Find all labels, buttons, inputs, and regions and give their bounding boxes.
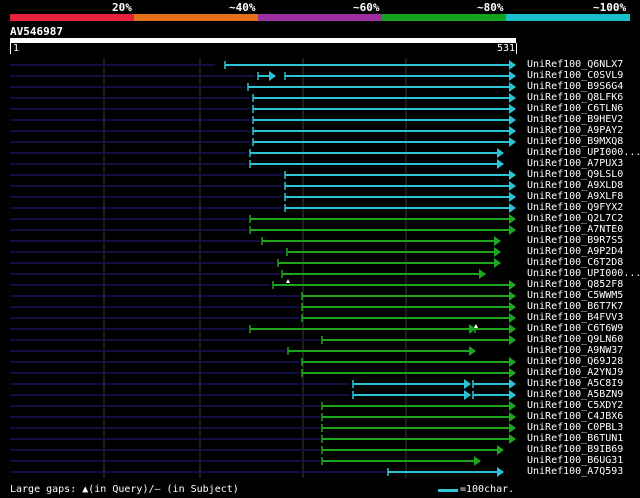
hit-end-arrow: [509, 203, 516, 213]
hit-end-arrow: [464, 390, 471, 400]
hit-label[interactable]: UniRef100_UPI000...: [527, 147, 640, 158]
hit-end-arrow: [509, 82, 516, 92]
hit-end-arrow: [509, 192, 516, 202]
query-gap-marker: [286, 279, 290, 283]
hit-end-arrow: [494, 236, 501, 246]
hit-label[interactable]: UniRef100_A9PAY2: [527, 125, 623, 136]
hit-end-arrow: [509, 390, 516, 400]
hit-end-arrow: [509, 280, 516, 290]
scale-bar: [438, 489, 458, 492]
gaps-legend: Large gaps: ▲(in Query)/– (in Subject): [10, 484, 239, 495]
hit-end-arrow: [497, 467, 504, 477]
hit-label[interactable]: UniRef100_C6T6W9: [527, 323, 623, 334]
hit-end-arrow: [479, 269, 486, 279]
hit-label[interactable]: UniRef100_C6T2D8: [527, 257, 623, 268]
hit-end-arrow: [509, 71, 516, 81]
hit-label[interactable]: UniRef100_B4FVV3: [527, 312, 623, 323]
hit-end-arrow: [509, 434, 516, 444]
hit-end-arrow: [509, 379, 516, 389]
hit-end-arrow: [509, 137, 516, 147]
hit-label[interactable]: UniRef100_A9XLF8: [527, 191, 623, 202]
hit-label[interactable]: UniRef100_Q9LSL0: [527, 169, 623, 180]
hit-label[interactable]: UniRef100_C6TLN6: [527, 103, 623, 114]
hit-end-arrow: [509, 104, 516, 114]
hit-label[interactable]: UniRef100_C5XDY2: [527, 400, 623, 411]
hit-label[interactable]: UniRef100_Q6NLX7: [527, 59, 623, 70]
hit-end-arrow: [464, 379, 471, 389]
hit-label[interactable]: UniRef100_C4JBX6: [527, 411, 623, 422]
hit-label[interactable]: UniRef100_B9R7S5: [527, 235, 623, 246]
hit-end-arrow: [509, 181, 516, 191]
hit-label[interactable]: UniRef100_Q8LFK6: [527, 92, 623, 103]
hit-label[interactable]: UniRef100_A7Q593: [527, 466, 623, 477]
hit-end-arrow: [494, 258, 501, 268]
hit-label[interactable]: UniRef100_C5WWM5: [527, 290, 623, 301]
hit-label[interactable]: UniRef100_C0SVL9: [527, 70, 623, 81]
hit-label[interactable]: UniRef100_A9NW37: [527, 345, 623, 356]
hit-label[interactable]: UniRef100_B6TUN1: [527, 433, 623, 444]
hit-label[interactable]: UniRef100_B9S6G4: [527, 81, 623, 92]
hit-end-arrow: [497, 159, 504, 169]
hit-end-arrow: [509, 324, 516, 334]
hit-end-arrow: [509, 126, 516, 136]
hit-end-arrow: [269, 71, 276, 81]
hit-end-arrow: [469, 346, 476, 356]
hit-end-arrow: [509, 357, 516, 367]
scale-text: =100char.: [460, 484, 515, 495]
alignment-overview: 20% ~40% ~60% ~80% ~100% AV546987 1 531 …: [0, 0, 640, 498]
hit-end-arrow: [509, 401, 516, 411]
hit-end-arrow: [509, 423, 516, 433]
hit-label[interactable]: UniRef100_A5C8I9: [527, 378, 623, 389]
hit-end-arrow: [509, 225, 516, 235]
hit-label[interactable]: UniRef100_Q69J28: [527, 356, 623, 367]
hit-end-arrow: [509, 170, 516, 180]
hit-label[interactable]: UniRef100_B9MXQ8: [527, 136, 623, 147]
hit-label[interactable]: UniRef100_Q852F8: [527, 279, 623, 290]
hit-label[interactable]: UniRef100_B6UG31: [527, 455, 623, 466]
hit-label[interactable]: UniRef100_B6T7K7: [527, 301, 623, 312]
hit-end-arrow: [509, 335, 516, 345]
hit-end-arrow: [509, 60, 516, 70]
hit-label[interactable]: UniRef100_A7NTE0: [527, 224, 623, 235]
hit-end-arrow: [497, 148, 504, 158]
hit-label[interactable]: UniRef100_A9XLD8: [527, 180, 623, 191]
hit-end-arrow: [509, 313, 516, 323]
hit-label[interactable]: UniRef100_C0PBL3: [527, 422, 623, 433]
hit-end-arrow: [494, 247, 501, 257]
hit-label[interactable]: UniRef100_Q2L7C2: [527, 213, 623, 224]
hit-label[interactable]: UniRef100_B9HEV2: [527, 114, 623, 125]
hit-end-arrow: [509, 302, 516, 312]
hit-end-arrow: [509, 291, 516, 301]
hit-end-arrow: [509, 368, 516, 378]
hit-label[interactable]: UniRef100_UPI000...: [527, 268, 640, 279]
hit-end-arrow: [509, 412, 516, 422]
hit-end-arrow: [509, 93, 516, 103]
hit-label[interactable]: UniRef100_A7PUX3: [527, 158, 623, 169]
hit-label[interactable]: UniRef100_A2YNJ9: [527, 367, 623, 378]
hit-end-arrow: [474, 456, 481, 466]
hit-label[interactable]: UniRef100_Q9FYX2: [527, 202, 623, 213]
hit-label[interactable]: UniRef100_A5BZN9: [527, 389, 623, 400]
hit-end-arrow: [497, 445, 504, 455]
hit-end-arrow: [509, 214, 516, 224]
hit-label[interactable]: UniRef100_Q9LN60: [527, 334, 623, 345]
hit-label[interactable]: UniRef100_B9IB69: [527, 444, 623, 455]
hit-label[interactable]: UniRef100_A9P2D4: [527, 246, 623, 257]
hit-end-arrow: [509, 115, 516, 125]
